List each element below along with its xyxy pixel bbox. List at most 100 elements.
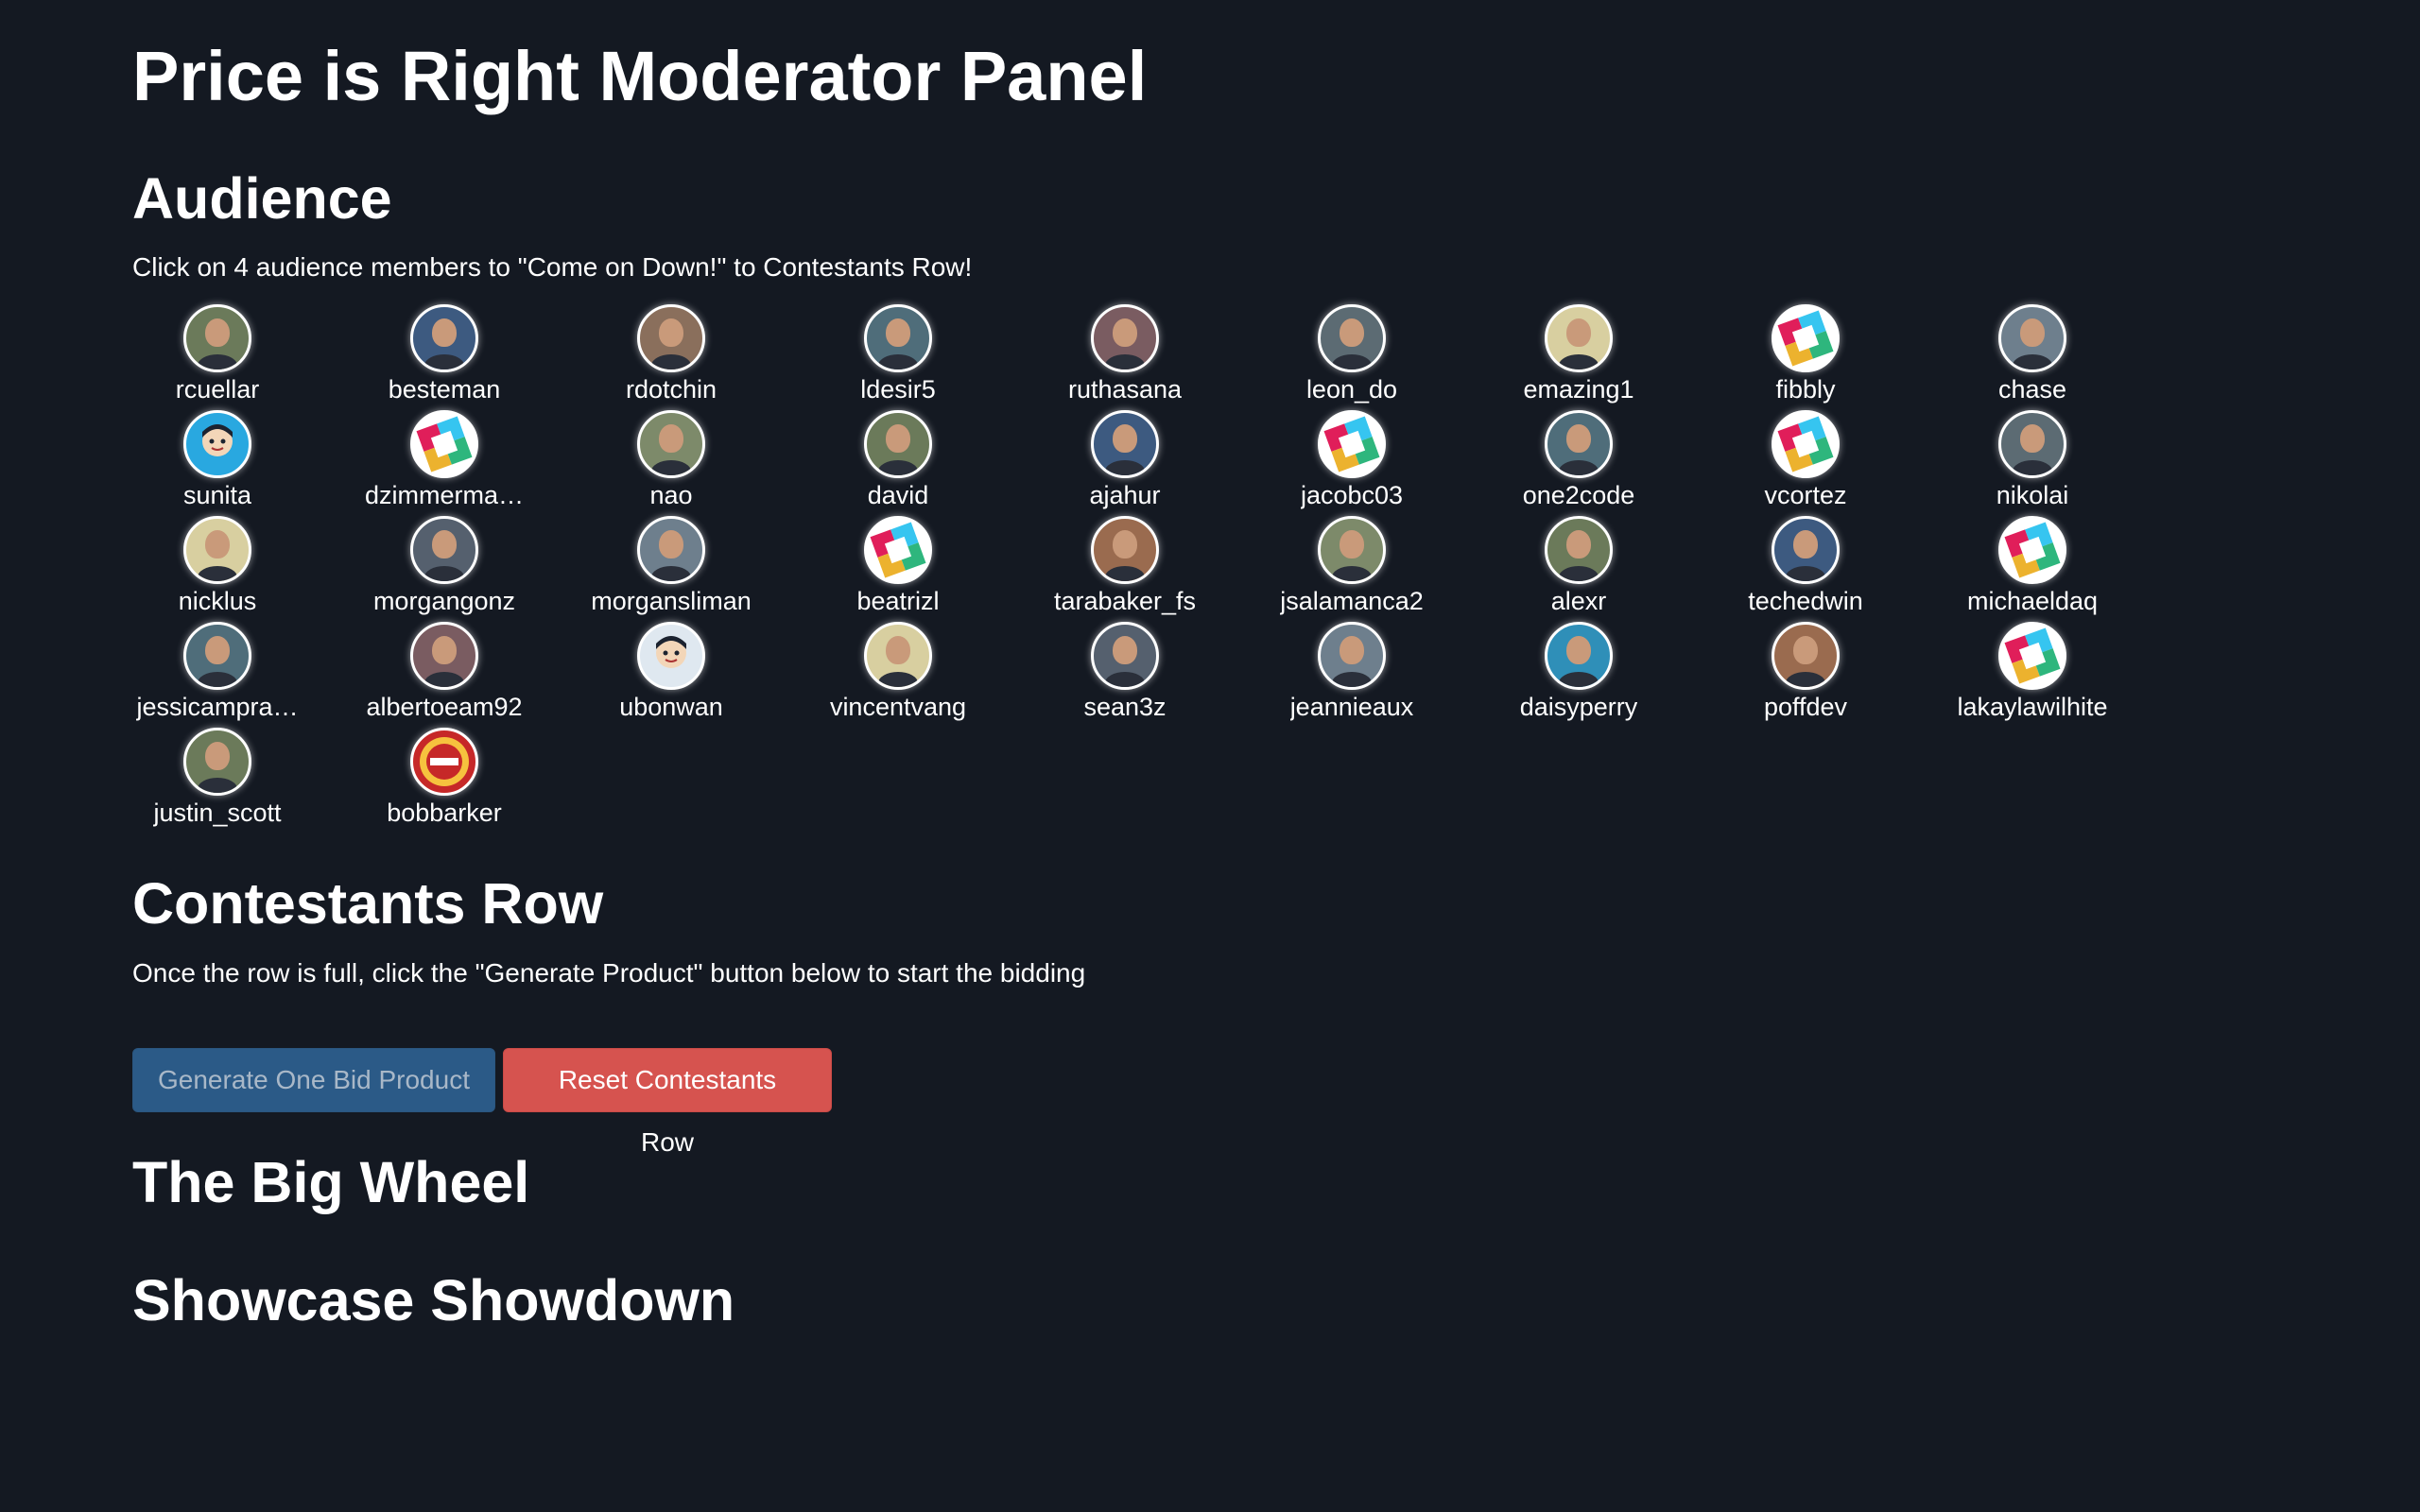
avatar [864,410,932,478]
audience-member[interactable]: daisyperry [1494,622,1664,728]
audience-member-name: poffdev [1763,693,1848,721]
avatar [183,622,251,690]
avatar [183,516,251,584]
avatar [864,622,932,690]
audience-member[interactable]: techedwin [1720,516,1891,622]
audience-member[interactable]: ajahur [1040,410,1210,516]
audience-member-name: rcuellar [175,375,260,404]
audience-member[interactable]: jacobc03 [1267,410,1437,516]
audience-member[interactable]: ubonwan [586,622,756,728]
audience-member[interactable]: vincentvang [813,622,983,728]
avatar [1091,410,1159,478]
avatar [1318,622,1386,690]
avatar [637,622,705,690]
audience-member[interactable]: one2code [1494,410,1664,516]
audience-member-name: albertoeam92 [366,693,523,721]
avatar [1772,622,1840,690]
slack-logo-icon [416,416,473,472]
showcase-heading: Showcase Showdown [132,1268,735,1332]
avatar [410,304,478,372]
audience-member-name: leon_do [1305,375,1398,404]
audience-member-name: jessicampra… [136,693,299,721]
audience-member[interactable]: besteman [359,304,529,410]
audience-member-name: nicklus [178,587,257,615]
audience-member[interactable]: nao [586,410,756,516]
slack-logo-icon [1777,416,1834,472]
reset-contestants-button[interactable]: Reset Contestants Row [503,1048,832,1157]
audience-member[interactable]: jeannieaux [1267,622,1437,728]
audience-member[interactable]: alexr [1494,516,1664,622]
audience-member-name: michaeldaq [1966,587,2099,615]
audience-member[interactable]: david [813,410,983,516]
audience-member[interactable]: rcuellar [132,304,302,410]
audience-member[interactable]: tarabaker_fs [1040,516,1210,622]
audience-heading: Audience [132,166,392,231]
contestants-actions: Generate One Bid Product Reset Contestan… [132,1048,832,1157]
avatar [1091,622,1159,690]
audience-member[interactable]: morgangonz [359,516,529,622]
audience-member[interactable]: jessicampra… [132,622,302,728]
audience-member[interactable]: lakaylawilhite [1947,622,2118,728]
avatar [637,516,705,584]
audience-member-name: nao [649,481,693,509]
audience-member-name: vincentvang [829,693,967,721]
audience-member[interactable]: bobbarker [359,728,529,833]
audience-member-name: sean3z [1083,693,1167,721]
avatar [1545,410,1613,478]
audience-member[interactable]: morgansliman [586,516,756,622]
audience-member-name: ldesir5 [860,375,936,404]
contestants-heading: Contestants Row [132,871,604,936]
audience-member-name: daisyperry [1519,693,1638,721]
avatar [1091,304,1159,372]
avatar [410,410,478,478]
audience-member[interactable]: vcortez [1720,410,1891,516]
audience-member-name: tarabaker_fs [1053,587,1197,615]
audience-member[interactable]: emazing1 [1494,304,1664,410]
audience-member[interactable]: ruthasana [1040,304,1210,410]
cartoon-avatar-icon [202,424,233,456]
avatar [1998,410,2066,478]
audience-member-name: justin_scott [153,799,282,827]
audience-member-name: techedwin [1748,587,1863,615]
audience-member[interactable]: beatrizl [813,516,983,622]
avatar [1998,516,2066,584]
audience-member-name: chase [1997,375,2067,404]
audience-member[interactable]: nicklus [132,516,302,622]
avatar [410,622,478,690]
audience-member[interactable]: rdotchin [586,304,756,410]
audience-member[interactable]: dzimmerma… [359,410,529,516]
avatar [410,516,478,584]
page-title: Price is Right Moderator Panel [132,37,1148,115]
audience-member-name: alexr [1550,587,1607,615]
audience-member[interactable]: poffdev [1720,622,1891,728]
audience-member-name: rdotchin [625,375,717,404]
audience-member-name: sunita [182,481,252,509]
avatar [864,516,932,584]
audience-member[interactable]: justin_scott [132,728,302,833]
audience-member-name: vcortez [1764,481,1847,509]
audience-member-name: beatrizl [856,587,940,615]
audience-member[interactable]: jsalamanca2 [1267,516,1437,622]
moderator-panel: Price is Right Moderator Panel Audience … [0,0,2420,1512]
avatar [183,728,251,796]
audience-member[interactable]: leon_do [1267,304,1437,410]
audience-member[interactable]: michaeldaq [1947,516,2118,622]
price-is-right-logo-icon [420,737,469,786]
audience-member[interactable]: fibbly [1720,304,1891,410]
audience-member-name: nikolai [1996,481,2069,509]
audience-member-name: besteman [388,375,501,404]
audience-member-name: ajahur [1089,481,1161,509]
audience-member[interactable]: ldesir5 [813,304,983,410]
audience-member-name: jeannieaux [1289,693,1414,721]
audience-member[interactable]: sean3z [1040,622,1210,728]
audience-member[interactable]: sunita [132,410,302,516]
generate-product-button[interactable]: Generate One Bid Product [132,1048,495,1112]
audience-grid: rcuellar besteman rdotchin ldesir5 ruthasana… [132,304,2174,833]
audience-member[interactable]: nikolai [1947,410,2118,516]
avatar [1545,516,1613,584]
audience-member[interactable]: albertoeam92 [359,622,529,728]
avatar [183,410,251,478]
audience-member-name: one2code [1522,481,1635,509]
audience-member[interactable]: chase [1947,304,2118,410]
slack-logo-icon [870,522,926,578]
